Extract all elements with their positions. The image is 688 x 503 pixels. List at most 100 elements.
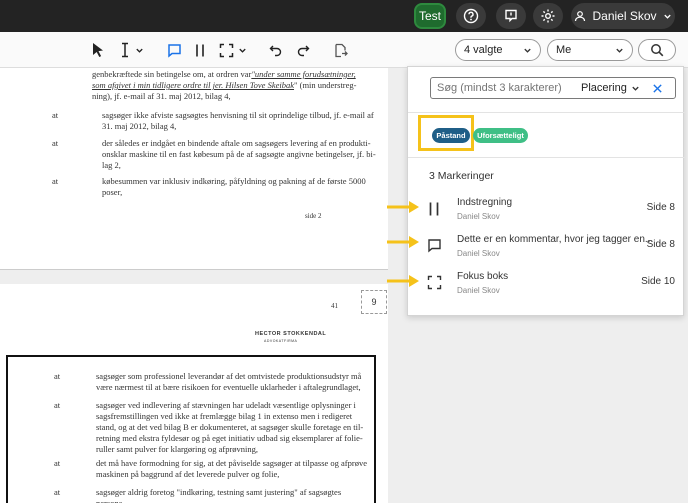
- text-select-tool[interactable]: [119, 40, 145, 60]
- page-number: 41: [331, 302, 338, 310]
- list-item: at sagsøger som professionel leverandør …: [54, 371, 374, 393]
- comment-tool[interactable]: [166, 40, 182, 60]
- gear-icon: [541, 9, 555, 23]
- help-button[interactable]: [456, 3, 486, 29]
- focus-box-icon: [427, 275, 442, 290]
- item-text: sagsøger aldrig foretog "indkøring, test…: [96, 487, 342, 503]
- item-text: sagsøger som professionel leverandør af …: [96, 371, 362, 381]
- placement-label: Placering: [581, 82, 627, 94]
- top-bar: Test Daniel Skov: [0, 0, 688, 32]
- redo-button[interactable]: [295, 40, 311, 60]
- list-item[interactable]: Fokus boks Daniel Skov Side 10: [408, 266, 685, 302]
- annotation-title: Indstregning: [457, 197, 513, 208]
- text-line: " (min understreg-: [294, 80, 357, 90]
- annotation-count: 3 Markeringer: [429, 170, 494, 182]
- chevron-down-icon: [632, 86, 639, 91]
- cursor-arrow-icon: [93, 43, 103, 57]
- filter-select[interactable]: 4 valgte: [455, 39, 541, 61]
- list-item: at sagsøger ved indlevering af stævninge…: [54, 400, 374, 455]
- filter-select-value: 4 valgte: [464, 44, 503, 56]
- divider: [408, 112, 685, 113]
- divider: [408, 157, 685, 158]
- text-line: ning), jf. e-mail af 31. maj 2012, bilag…: [92, 91, 231, 101]
- item-text: onsklar maskine til en fast købesum på d…: [102, 149, 376, 159]
- focus-box-icon: [219, 43, 234, 57]
- annotation-toolbar: 4 valgte Me: [0, 32, 688, 68]
- text-line: genbekræftede sin betingelse om, at ordr…: [92, 69, 252, 79]
- placement-select[interactable]: Placering: [581, 82, 640, 94]
- letterhead-sub: ADVOKATFIRMA: [264, 339, 298, 343]
- text-line: som afgivet i min tidligere ordre til je…: [92, 80, 295, 90]
- page-badge: 9: [361, 290, 387, 314]
- annotation-page: Side 8: [646, 202, 675, 213]
- list-item: at sagsøger ikke afviste sagsøgtes henvi…: [52, 110, 382, 132]
- annotation-author: Daniel Skov: [457, 286, 500, 295]
- tag-uforsaetteligt[interactable]: Uforsætteligt: [473, 128, 528, 143]
- annotations-panel: Placering Påstand Uforsætteligt 3 Marker…: [407, 66, 685, 316]
- arrow-right-icon: [387, 201, 419, 213]
- export-button[interactable]: [333, 40, 349, 60]
- focus-box-tool[interactable]: [219, 40, 247, 60]
- item-text: sagsøger ikke afviste sagsøgtes henvisni…: [102, 110, 374, 120]
- item-label: at: [54, 371, 61, 381]
- user-menu-button[interactable]: Daniel Skov: [571, 3, 675, 29]
- settings-button[interactable]: [533, 3, 563, 29]
- item-text: være nærmest til at bære risikoen for ev…: [96, 382, 361, 392]
- test-button[interactable]: Test: [414, 3, 446, 29]
- tag-pastand[interactable]: Påstand: [432, 128, 470, 143]
- item-text: sagsfremstillingen ved ikke at fremlægge…: [96, 411, 353, 421]
- user-name: Daniel Skov: [592, 9, 657, 23]
- arrow-right-icon: [387, 275, 419, 287]
- item-label: at: [54, 400, 61, 410]
- redo-icon: [297, 45, 310, 57]
- strikethrough-icon: [196, 44, 204, 56]
- chevron-down-icon: [524, 48, 531, 53]
- search-button[interactable]: [638, 39, 676, 61]
- item-label: at: [52, 110, 59, 120]
- search-icon: [651, 44, 664, 57]
- chevron-down-icon: [239, 48, 246, 53]
- list-item[interactable]: Dette er en kommentar, hvor jeg tagger e…: [408, 229, 685, 265]
- page-footer: side 2: [305, 212, 322, 220]
- search-input[interactable]: [437, 82, 577, 94]
- user-filter-value: Me: [556, 44, 572, 56]
- comment-icon: [428, 239, 441, 253]
- annotation-page: Side 10: [641, 276, 675, 287]
- undo-icon: [269, 45, 282, 57]
- document-page: genbekræftede sin betingelse om, at ordr…: [0, 68, 388, 270]
- item-text: lag 2,: [102, 160, 121, 170]
- item-text: retning med ekstra fyldesør og på eget i…: [96, 433, 363, 443]
- document-page: 41 9 HECTOR STOKKENDAL ADVOKATFIRMA at s…: [0, 284, 388, 503]
- item-text: købesummen var inklusiv indkøring, påfyl…: [102, 176, 366, 186]
- annotation-search: Placering: [430, 77, 676, 99]
- item-text: maskinen på baggrund af det leverede pul…: [96, 469, 280, 479]
- select-tool[interactable]: [90, 40, 106, 60]
- text-cursor-icon: [122, 42, 128, 58]
- annotation-title: Fokus boks: [457, 271, 509, 282]
- item-text: ruller samt pulver for klargøring og afp…: [96, 444, 259, 454]
- item-label: at: [52, 138, 59, 148]
- item-text: poser,: [102, 187, 123, 197]
- undo-button[interactable]: [268, 40, 284, 60]
- strikethrough-tool[interactable]: [193, 40, 207, 60]
- list-item: at sagsøger aldrig foretog "indkøring, t…: [54, 487, 374, 503]
- user-filter-select[interactable]: Me: [547, 39, 633, 61]
- item-label: at: [54, 458, 61, 468]
- list-item[interactable]: Indstregning Daniel Skov Side 8: [408, 192, 685, 228]
- clear-icon[interactable]: [652, 83, 663, 94]
- item-text: der således er indgået en bindende aftal…: [102, 138, 371, 148]
- chevron-down-icon: [616, 48, 623, 53]
- strikethrough-icon: [429, 202, 439, 216]
- user-icon: [575, 11, 586, 22]
- item-label: at: [54, 487, 61, 497]
- item-text: stand, og at det ved bilag B er dokument…: [96, 422, 364, 432]
- item-text: 31. maj 2012, bilag 4,: [102, 121, 177, 131]
- item-text: sagsøger ved indlevering af stævningen h…: [96, 400, 356, 410]
- comment-icon: [167, 43, 181, 58]
- item-label: at: [52, 176, 59, 186]
- feedback-button[interactable]: [496, 3, 526, 29]
- annotation-author: Daniel Skov: [457, 212, 500, 221]
- help-icon: [463, 8, 479, 24]
- list-item: at det må have formodning for sig, at de…: [54, 458, 374, 480]
- export-icon: [335, 43, 348, 57]
